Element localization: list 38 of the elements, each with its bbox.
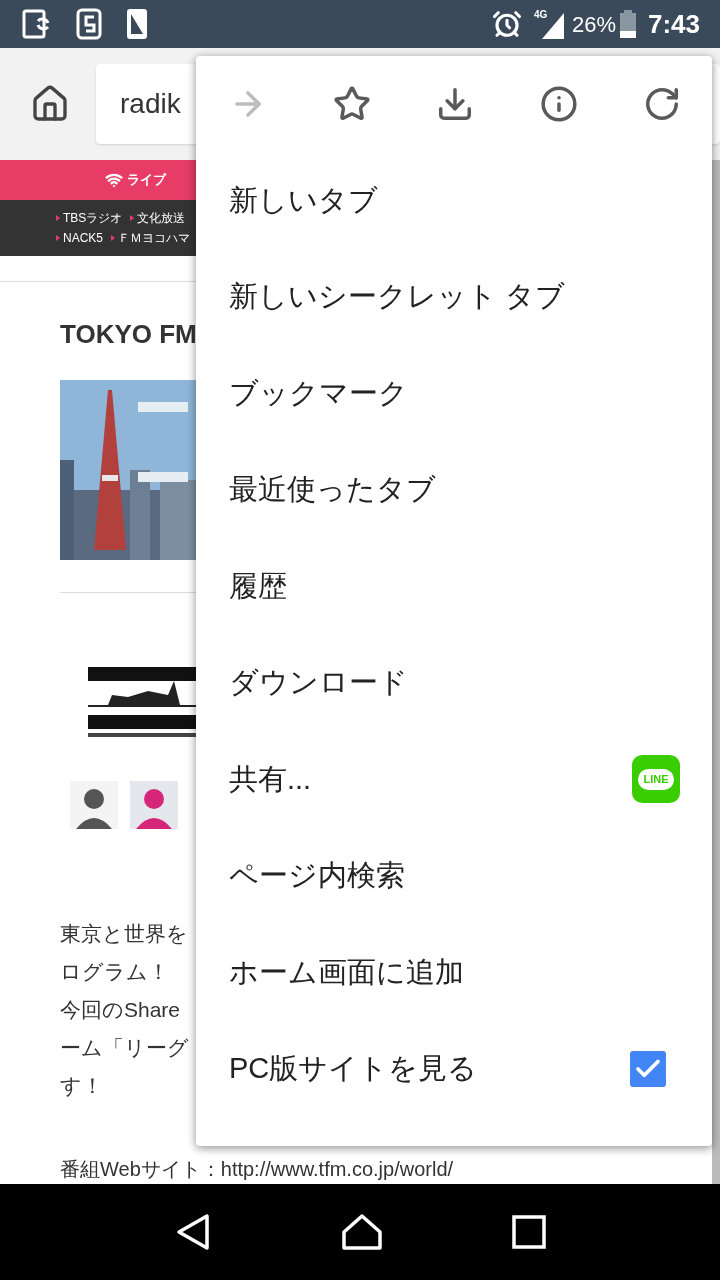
menu-item[interactable]: ダウンロード xyxy=(196,634,712,731)
station-link[interactable]: ＦＭヨコハマ xyxy=(118,231,190,245)
battery-percent: 26% xyxy=(571,10,616,39)
menu-item[interactable]: ページ内検索 xyxy=(196,827,712,924)
station-link[interactable]: 文化放送 xyxy=(137,211,186,225)
body-text: す！ xyxy=(60,1073,103,1099)
body-text: 今回のShare xyxy=(60,997,181,1023)
menu-item[interactable]: 履歴 xyxy=(196,538,712,635)
bullet-icon xyxy=(130,215,135,221)
menu-item[interactable]: PC版サイトを見る xyxy=(196,1020,712,1117)
live-tab[interactable]: ライブ xyxy=(105,170,166,190)
menu-item[interactable]: ホーム画面に追加 xyxy=(196,924,712,1021)
station-link[interactable]: NACK5 xyxy=(63,231,103,245)
body-text: ーム「リーグ xyxy=(60,1035,189,1061)
network-type: 4G xyxy=(533,8,548,22)
program-title: TOKYO FM xyxy=(60,318,197,351)
body-text: 東京と世界を xyxy=(60,921,188,947)
battery-icon xyxy=(619,10,636,38)
sync-icon xyxy=(20,8,52,40)
bullet-icon xyxy=(56,235,60,241)
menu-item[interactable]: 新しいシークレット タブ xyxy=(196,248,712,345)
recents-button[interactable] xyxy=(510,1214,547,1250)
home-button[interactable] xyxy=(340,1212,384,1252)
alarm-icon xyxy=(491,9,522,39)
bullet-icon xyxy=(111,235,115,241)
phone-icon xyxy=(126,8,148,40)
clock: 7:43 xyxy=(647,7,700,41)
wifi-icon xyxy=(105,171,123,189)
website-text: 番組Webサイト：http://www.tfm.co.jp/world/ xyxy=(60,1157,454,1182)
body-text: ログラム！ xyxy=(60,959,169,985)
menu-item[interactable]: 共有... LINE xyxy=(196,731,712,828)
app-icon xyxy=(76,8,102,40)
menu-item[interactable]: 新しいタブ xyxy=(196,152,712,249)
menu-item[interactable]: 最近使ったタブ xyxy=(196,441,712,538)
station-link[interactable]: TBSラジオ xyxy=(63,211,123,225)
bullet-icon xyxy=(56,215,60,221)
menu-item[interactable]: ブックマーク xyxy=(196,345,712,442)
checkbox[interactable] xyxy=(630,1050,666,1087)
